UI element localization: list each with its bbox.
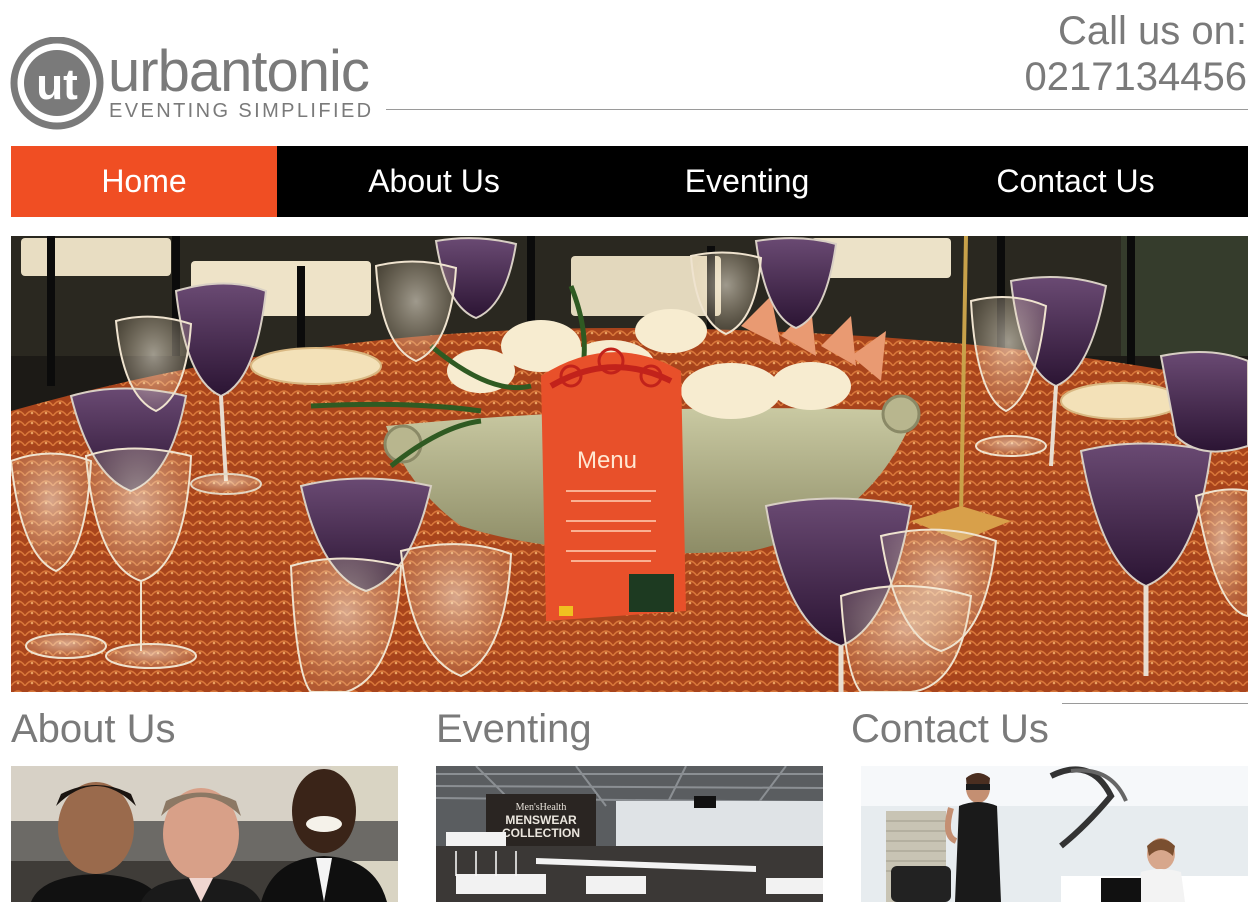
svg-text:Men'sHealth: Men'sHealth [516, 802, 567, 813]
site-header: ut urbantonic EVENTING SIMPLIFIED Call u… [0, 0, 1257, 140]
eventing-thumbnail[interactable]: Men'sHealth MENSWEAR COLLECTION [436, 766, 823, 902]
svg-text:Menu: Menu [577, 447, 637, 474]
hero-image: Menu [11, 236, 1248, 692]
menu-card-image: Menu [541, 347, 686, 621]
section-title-contact-us[interactable]: Contact Us [851, 706, 1049, 752]
svg-text:COLLECTION: COLLECTION [502, 826, 580, 840]
nav-about-us[interactable]: About Us [277, 146, 591, 217]
svg-text:MENSWEAR: MENSWEAR [505, 813, 577, 827]
about-us-thumbnail[interactable] [11, 766, 398, 902]
section-divider [1062, 703, 1248, 704]
section-title-about-us[interactable]: About Us [11, 706, 176, 752]
nav-contact-us[interactable]: Contact Us [903, 146, 1248, 217]
section-title-eventing[interactable]: Eventing [436, 706, 592, 752]
contact-us-thumbnail[interactable] [861, 766, 1248, 902]
brand-tagline: EVENTING SIMPLIFIED [109, 100, 374, 122]
nav-home[interactable]: Home [11, 146, 277, 217]
header-divider [386, 109, 1248, 110]
call-us-label: Call us on: [1058, 9, 1247, 53]
urbantonic-logo-icon[interactable]: ut [10, 37, 106, 130]
main-nav: Home About Us Eventing Contact Us [11, 146, 1248, 217]
phone-number[interactable]: 0217134456 [1025, 54, 1247, 100]
brand-name[interactable]: urbantonic [108, 40, 370, 104]
nav-eventing[interactable]: Eventing [591, 146, 903, 217]
svg-text:ut: ut [36, 60, 78, 109]
